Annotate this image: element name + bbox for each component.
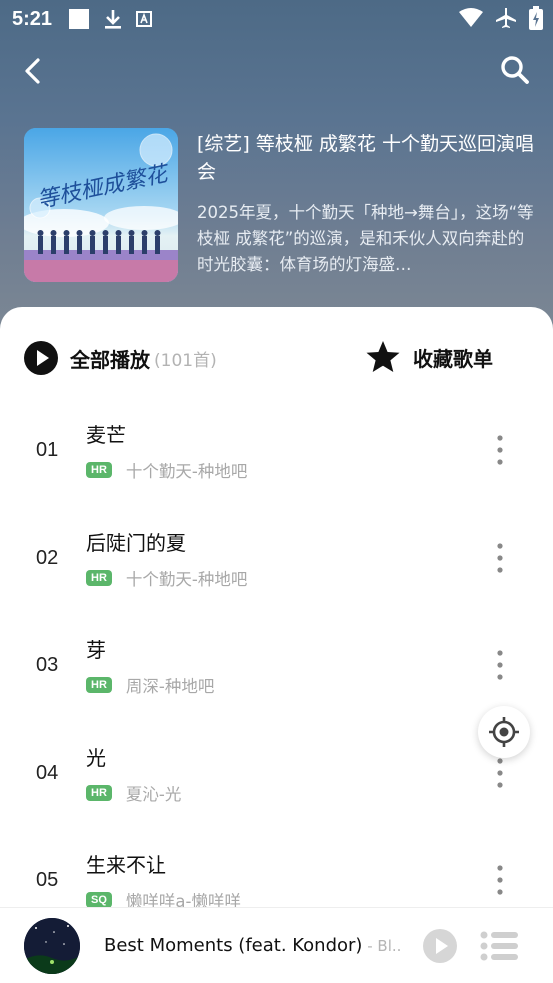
- now-playing-info[interactable]: Best Moments (feat. Kondor) - Bl...: [104, 935, 402, 956]
- locate-current-song-button[interactable]: [478, 706, 530, 758]
- play-circle-icon: [24, 341, 58, 375]
- chevron-left-icon: [25, 58, 40, 84]
- song-title: 麦芒: [86, 423, 126, 447]
- now-playing-title: Best Moments (feat. Kondor): [104, 935, 363, 956]
- album-description[interactable]: 2025年夏，十个勤天「种地→舞台」，这场“等枝桠 成繁花”的巡演，是和禾伙人双…: [197, 200, 537, 278]
- locate-icon: [489, 717, 519, 747]
- song-list: 01 麦芒 HR 十个勤天-种地吧 02 后陡门的夏 HR 十个勤天-种地吧 0…: [0, 399, 553, 937]
- song-title: 生来不让: [86, 853, 166, 877]
- list-actions: 全部播放 (101首) 收藏歌单: [0, 337, 553, 381]
- status-time: 5:21: [12, 7, 53, 30]
- mini-player[interactable]: Best Moments (feat. Kondor) - Bl...: [0, 907, 553, 983]
- now-playing-artist: - Bl...: [362, 937, 402, 955]
- search-icon: [501, 56, 529, 84]
- song-title: 芽: [86, 638, 106, 662]
- collect-label: 收藏歌单: [413, 346, 493, 371]
- track-number: 03: [36, 654, 59, 676]
- quality-badge: HR: [86, 569, 112, 586]
- song-meta: HR 夏沁-光: [86, 781, 181, 805]
- quality-badge: SQ: [86, 892, 112, 908]
- star-icon: [366, 341, 400, 372]
- search-button[interactable]: [499, 54, 531, 86]
- quality-badge: HR: [86, 677, 112, 693]
- play-icon[interactable]: [422, 928, 458, 964]
- song-list-sheet: 全部播放 (101首) 收藏歌单 01 麦芒 HR 十个勤天-种地吧 02 后陡…: [0, 307, 553, 983]
- album-cover[interactable]: 等枝桠成繁花: [24, 128, 178, 282]
- play-all-label: 全部播放: [70, 347, 150, 372]
- airplane-icon: [495, 7, 517, 34]
- more-vertical-icon[interactable]: [488, 863, 512, 897]
- collect-playlist-button[interactable]: 收藏歌单: [365, 339, 493, 375]
- song-artist: 夏沁-光: [125, 784, 182, 804]
- back-button[interactable]: [18, 56, 48, 86]
- top-bar: [0, 48, 553, 92]
- track-number: 01: [36, 439, 59, 461]
- now-playing-art[interactable]: [24, 918, 80, 974]
- song-count: (101首): [154, 350, 217, 371]
- playlist-icon[interactable]: [480, 930, 518, 962]
- song-artist: 十个勤天-种地吧: [125, 462, 248, 481]
- album-title: [综艺] 等枝桠 成繁花 十个勤天巡回演唱会: [197, 133, 534, 183]
- song-row[interactable]: 03 芽 HR 周深-种地吧: [0, 614, 553, 722]
- more-vertical-icon[interactable]: [488, 756, 512, 790]
- song-title: 光: [86, 745, 106, 770]
- song-title: 后陡门的夏: [86, 530, 186, 555]
- app-notification-icon: [136, 11, 153, 27]
- song-artist: 周深-种地吧: [125, 677, 215, 696]
- track-number: 04: [36, 761, 59, 784]
- song-meta: HR 十个勤天-种地吧: [86, 566, 247, 590]
- song-row[interactable]: 02 后陡门的夏 HR 十个勤天-种地吧: [0, 507, 553, 615]
- play-all-button[interactable]: 全部播放 (101首): [24, 341, 217, 375]
- wifi-icon: [459, 8, 483, 33]
- now-playing-artwork: [24, 918, 80, 974]
- song-meta: HR 周深-种地吧: [86, 673, 214, 697]
- download-icon: [104, 9, 122, 29]
- album-cover-art: 等枝桠成繁花: [24, 128, 178, 282]
- track-number: 02: [36, 546, 59, 569]
- more-vertical-icon[interactable]: [488, 433, 512, 467]
- more-vertical-icon[interactable]: [488, 541, 512, 575]
- battery-icon: [529, 6, 543, 35]
- song-meta: HR 十个勤天-种地吧: [86, 458, 247, 482]
- track-number: 05: [36, 869, 59, 891]
- song-row[interactable]: 04 光 HR 夏沁-光: [0, 722, 553, 830]
- song-artist: 十个勤天-种地吧: [125, 569, 248, 589]
- notification-square-icon: [68, 8, 90, 30]
- quality-badge: HR: [86, 784, 112, 801]
- more-vertical-icon[interactable]: [488, 648, 512, 682]
- status-bar: 5:21: [0, 0, 553, 38]
- album-info: 等枝桠成繁花 [综艺] 等枝桠 成繁花 十个勤天巡回演唱会 2025年夏，十个勤…: [0, 128, 553, 288]
- quality-badge: HR: [86, 462, 112, 478]
- song-row[interactable]: 01 麦芒 HR 十个勤天-种地吧: [0, 399, 553, 507]
